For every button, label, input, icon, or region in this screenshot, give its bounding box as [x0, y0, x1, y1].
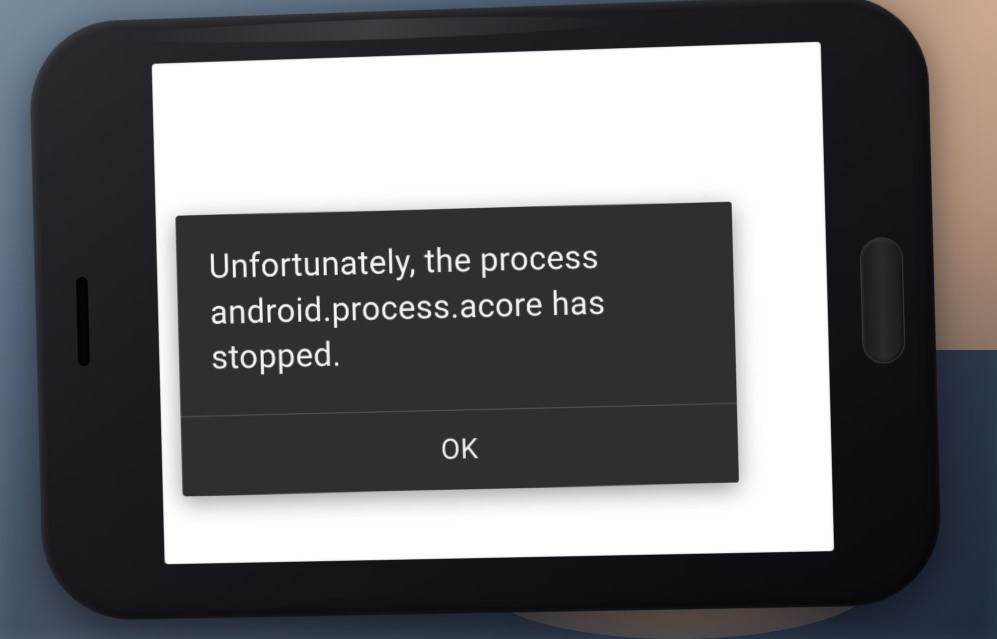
- error-dialog: Unfortunately, the process android.proce…: [176, 202, 739, 496]
- phone-body: Unfortunately, the process android.proce…: [28, 0, 942, 621]
- phone-highlight: [126, 11, 623, 48]
- dialog-message: Unfortunately, the process android.proce…: [176, 202, 737, 416]
- phone-speaker: [76, 276, 90, 365]
- phone-screen: Unfortunately, the process android.proce…: [152, 42, 834, 565]
- home-button[interactable]: [859, 236, 905, 363]
- ok-button[interactable]: OK: [181, 403, 739, 496]
- phone-device: Unfortunately, the process android.proce…: [28, 0, 942, 621]
